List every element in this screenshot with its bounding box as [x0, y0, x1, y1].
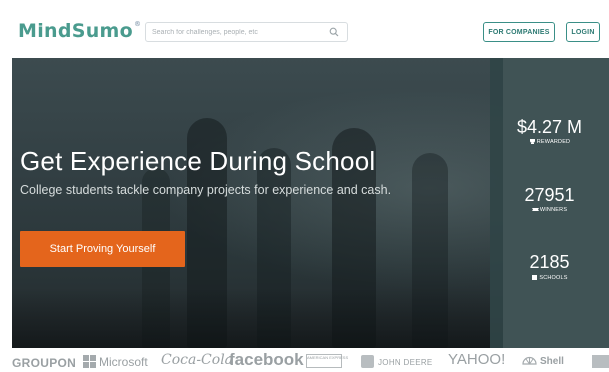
- shell-logo: Shell: [540, 356, 564, 367]
- stat-schools-label: SCHOOLS: [490, 275, 609, 281]
- stat-schools-value: 2185: [529, 252, 570, 272]
- stat-label-text: SCHOOLS: [539, 275, 568, 281]
- stat-label-text: WINNERS: [539, 207, 568, 213]
- login-button[interactable]: LOGIN: [566, 22, 600, 42]
- microsoft-logo: Microsoft: [99, 355, 148, 369]
- background-shade: [12, 288, 503, 348]
- start-proving-yourself-button[interactable]: Start Proving Yourself: [20, 231, 185, 267]
- hero-subheadline: College students tackle company projects…: [20, 183, 392, 197]
- ribbon-icon: [531, 208, 539, 212]
- coca-cola-logo: Coca-Cola: [161, 352, 234, 368]
- shell-pecten-icon: [522, 356, 537, 365]
- facebook-logo: facebook: [229, 350, 304, 369]
- stat-winners-value: 27951: [524, 185, 575, 205]
- registered-mark: ®: [134, 20, 142, 28]
- groupon-logo: GROUPON: [12, 356, 77, 370]
- search-input[interactable]: [152, 26, 322, 39]
- search-icon[interactable]: [329, 27, 339, 37]
- partner-logo-cut-off: [592, 355, 609, 368]
- trophy-icon: [529, 139, 535, 145]
- logo-text: MindSumo: [18, 20, 134, 42]
- hero-banner: [12, 58, 503, 348]
- stat-label-text: REWARDED: [536, 139, 571, 145]
- yahoo-logo: YAHOO!: [448, 351, 506, 368]
- american-express-logo: AMERICAN EXPRESS: [306, 354, 348, 368]
- deer-icon: [361, 355, 374, 368]
- stats-panel: $4.27 M REWARDED 27951 WINNERS 2185 SCHO…: [490, 58, 609, 348]
- top-navigation-bar: MindSumo® FOR COMPANIES LOGIN: [0, 0, 609, 58]
- mindsumo-logo[interactable]: MindSumo®: [18, 20, 141, 42]
- search-box: [145, 22, 348, 42]
- john-deere-logo: JOHN DEERE: [378, 358, 433, 367]
- building-icon: [532, 275, 538, 281]
- stat-winners-label: WINNERS: [490, 207, 609, 213]
- microsoft-windows-icon: [83, 355, 96, 368]
- stat-rewarded-label: REWARDED: [490, 139, 609, 145]
- stat-rewarded-value: $4.27 M: [516, 117, 583, 137]
- hero-headline: Get Experience During School: [20, 146, 376, 176]
- for-companies-button[interactable]: FOR COMPANIES: [483, 22, 555, 42]
